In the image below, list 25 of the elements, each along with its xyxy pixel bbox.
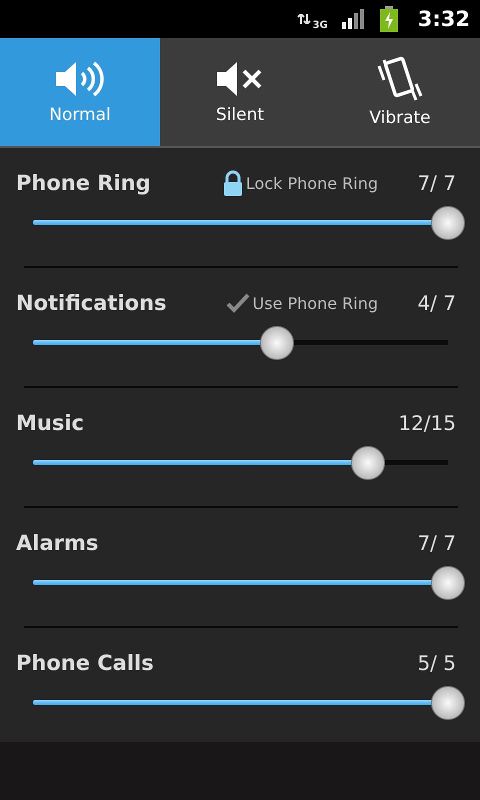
checkmark-icon[interactable] — [226, 293, 250, 313]
option-label[interactable]: Use Phone Ring — [252, 294, 378, 312]
vibrating-phone-icon — [376, 56, 424, 102]
volume-label: Phone Calls — [16, 651, 155, 675]
volume-label: Alarms — [16, 531, 100, 555]
slider-thumb[interactable] — [351, 446, 386, 480]
network-type: 3G — [312, 21, 328, 31]
data-arrows-icon — [296, 14, 311, 24]
volume-reading: 4/ 7 — [416, 291, 456, 315]
slider-thumb[interactable] — [431, 206, 465, 240]
volume-label: Notifications — [16, 291, 168, 315]
slider-thumb[interactable] — [431, 566, 465, 600]
volume-label: Music — [16, 411, 85, 435]
clock-time: 3:32 — [418, 7, 470, 31]
volume-reading: 5/ 5 — [416, 651, 456, 675]
volume-reading: 7/ 7 — [416, 531, 456, 555]
volume-label: Phone Ring — [16, 171, 152, 195]
battery-charging-icon — [380, 6, 398, 32]
signal-icon — [342, 9, 366, 29]
speaker-icon — [54, 59, 106, 99]
slider-thumb[interactable] — [431, 686, 465, 720]
option-label[interactable]: Lock Phone Ring — [246, 174, 378, 192]
slider-thumb[interactable] — [260, 326, 294, 360]
volume-reading: 12/15 — [397, 411, 456, 435]
volume-reading: 7/ 7 — [416, 171, 456, 195]
